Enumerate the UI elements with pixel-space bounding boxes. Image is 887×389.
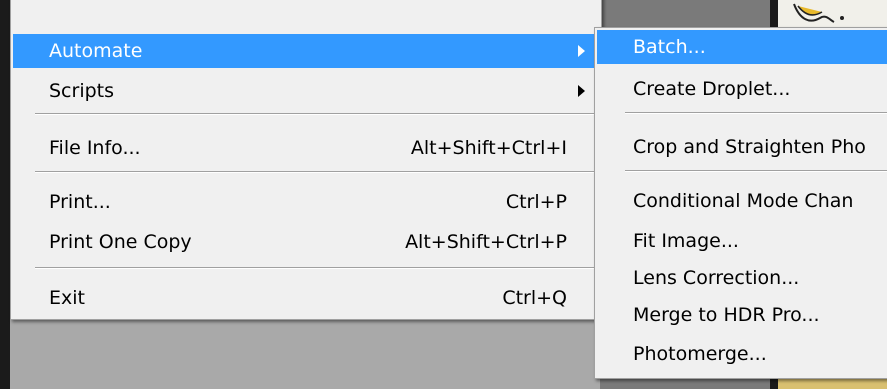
submenu-item-label: Crop and Straighten Pho bbox=[633, 136, 866, 158]
automate-submenu: Batch... Create Droplet... Crop and Stra… bbox=[594, 27, 887, 379]
document-image-top bbox=[778, 0, 887, 30]
menu-item-label: Print... bbox=[49, 191, 111, 213]
submenu-item-label: Photomerge... bbox=[633, 343, 767, 365]
submenu-item-label: Lens Correction... bbox=[633, 267, 800, 289]
menu-separator bbox=[35, 113, 597, 115]
submenu-item-create-droplet[interactable]: Create Droplet... bbox=[597, 72, 887, 106]
submenu-item-lens-correction[interactable]: Lens Correction... bbox=[597, 261, 887, 295]
submenu-item-merge-to-hdr-pro[interactable]: Merge to HDR Pro... bbox=[597, 298, 887, 332]
menu-item-label: Scripts bbox=[49, 80, 115, 102]
menu-separator bbox=[625, 112, 887, 114]
menu-item-shortcut: Ctrl+Q bbox=[502, 287, 567, 309]
menu-item-label: Automate bbox=[49, 40, 143, 62]
menu-item-scripts[interactable]: Scripts bbox=[13, 74, 599, 108]
menu-item-automate[interactable]: Automate bbox=[13, 34, 599, 68]
menu-item-print[interactable]: Print... Ctrl+P bbox=[13, 185, 599, 219]
document-artwork bbox=[793, 3, 844, 23]
menu-item-label: File Info... bbox=[49, 137, 141, 159]
submenu-item-crop-and-straighten[interactable]: Crop and Straighten Pho bbox=[597, 130, 887, 164]
file-menu: Automate Scripts File Info... Alt+Shift+… bbox=[10, 0, 602, 320]
submenu-item-label: Create Droplet... bbox=[633, 78, 791, 100]
menu-separator bbox=[35, 171, 597, 173]
submenu-item-conditional-mode-change[interactable]: Conditional Mode Chan bbox=[597, 184, 887, 218]
menu-separator bbox=[625, 170, 887, 172]
menu-item-label: Print One Copy bbox=[49, 231, 192, 253]
submenu-item-photomerge[interactable]: Photomerge... bbox=[597, 337, 887, 371]
submenu-item-label: Fit Image... bbox=[633, 230, 739, 252]
menu-item-exit[interactable]: Exit Ctrl+Q bbox=[13, 281, 599, 315]
menu-item-print-one-copy[interactable]: Print One Copy Alt+Shift+Ctrl+P bbox=[13, 225, 599, 259]
submenu-item-label: Merge to HDR Pro... bbox=[633, 304, 820, 326]
menu-item-file-info[interactable]: File Info... Alt+Shift+Ctrl+I bbox=[13, 131, 599, 165]
menu-separator bbox=[35, 267, 597, 269]
submenu-item-label: Batch... bbox=[633, 36, 706, 58]
menu-item-shortcut: Alt+Shift+Ctrl+I bbox=[410, 137, 567, 159]
menu-item-label: Exit bbox=[49, 287, 85, 309]
submenu-item-batch[interactable]: Batch... bbox=[597, 30, 887, 64]
submenu-item-label: Conditional Mode Chan bbox=[633, 190, 854, 212]
submenu-arrow-icon bbox=[578, 85, 585, 97]
menu-item-shortcut: Alt+Shift+Ctrl+P bbox=[405, 231, 567, 253]
menu-item-shortcut: Ctrl+P bbox=[505, 191, 567, 213]
submenu-item-fit-image[interactable]: Fit Image... bbox=[597, 224, 887, 258]
submenu-arrow-icon bbox=[578, 45, 585, 57]
